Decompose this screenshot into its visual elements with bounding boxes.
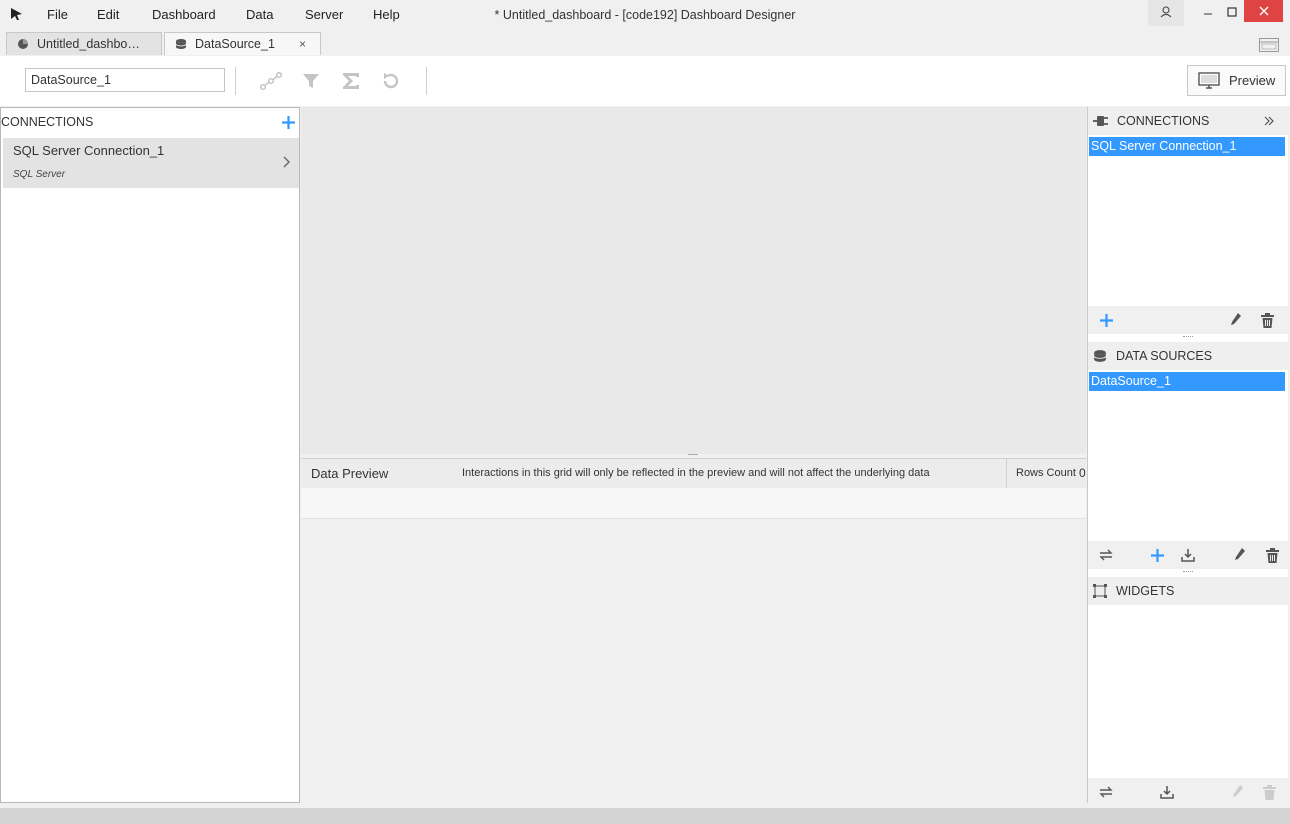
add-icon[interactable] [1099, 313, 1113, 327]
tab-datasource[interactable]: DataSource_1 × [164, 32, 321, 55]
edit-pencil-icon[interactable] [1231, 784, 1245, 798]
toolbar-divider [235, 67, 236, 95]
pie-chart-icon [17, 38, 29, 50]
preview-button[interactable]: Preview [1187, 65, 1286, 96]
toolbar-divider [426, 67, 427, 95]
status-bar [0, 808, 1290, 824]
document-tabs: Untitled_dashbo… DataSource_1 × [0, 30, 1290, 56]
relations-icon[interactable] [258, 68, 284, 94]
toolbar: Preview [0, 56, 1290, 106]
header-divider [1006, 459, 1007, 489]
data-sources-section-header: DATA SOURCES [1088, 342, 1288, 370]
datasource-selected-item[interactable]: DataSource_1 [1089, 372, 1285, 391]
panel-layout-icon[interactable] [1259, 38, 1279, 55]
add-connection-icon[interactable] [280, 114, 296, 130]
tab-close-icon[interactable]: × [299, 37, 306, 51]
swap-icon[interactable] [1098, 548, 1114, 562]
tab-label: Untitled_dashbo… [37, 37, 140, 51]
sigma-calculation-icon[interactable] [338, 68, 364, 94]
connections-panel-header: CONNECTIONS [1, 108, 299, 136]
section-splitter[interactable] [1183, 336, 1193, 339]
delete-trash-icon[interactable] [1262, 784, 1276, 800]
user-icon [1160, 5, 1172, 21]
import-download-icon[interactable] [1159, 784, 1175, 800]
preview-label: Preview [1229, 73, 1276, 88]
data-preview-notice: Interactions in this grid will only be r… [462, 467, 930, 479]
window-title: * Untitled_dashboard - [code192] Dashboa… [494, 8, 796, 22]
collapse-panel-icon[interactable] [1264, 116, 1274, 126]
edit-pencil-icon[interactable] [1233, 547, 1247, 561]
minimize-icon [1203, 5, 1213, 20]
add-icon[interactable] [1150, 548, 1164, 562]
swap-icon[interactable] [1098, 785, 1114, 799]
connections-toolbar [1088, 306, 1288, 334]
connection-name: SQL Server Connection_1 [13, 143, 165, 158]
delete-trash-icon[interactable] [1265, 547, 1279, 563]
widget-frame-icon [1093, 584, 1107, 598]
close-icon [1259, 4, 1269, 19]
connection-type: SQL Server [13, 169, 66, 180]
data-preview-header: Data Preview Interactions in this grid w… [301, 458, 1086, 490]
data-preview-grid[interactable] [301, 488, 1086, 803]
chevron-right-icon[interactable] [281, 155, 293, 169]
maximize-icon [1227, 5, 1237, 20]
tab-untitled-dashboard[interactable]: Untitled_dashbo… [6, 32, 162, 55]
delete-trash-icon[interactable] [1260, 312, 1274, 328]
edit-pencil-icon[interactable] [1229, 312, 1243, 326]
data-sources-section-title: DATA SOURCES [1116, 349, 1213, 363]
database-icon [1093, 349, 1107, 363]
rows-count-label: Rows Count [1016, 467, 1076, 479]
widgets-toolbar [1088, 778, 1288, 806]
close-window-button[interactable] [1244, 0, 1283, 22]
dashboard-explorer-panel: CONNECTIONS SQL Server Connection_1 DATA… [1087, 107, 1288, 806]
section-splitter[interactable] [1183, 571, 1193, 574]
import-download-icon[interactable] [1180, 547, 1196, 563]
grid-header-row [301, 488, 1086, 519]
connections-section-title: CONNECTIONS [1117, 114, 1210, 128]
connections-section-header: CONNECTIONS [1088, 107, 1288, 135]
monitor-icon [1198, 72, 1220, 89]
user-account-button[interactable] [1148, 0, 1184, 26]
filter-icon[interactable] [298, 68, 324, 94]
refresh-icon[interactable] [378, 68, 404, 94]
widgets-section-header: WIDGETS [1088, 577, 1288, 605]
connection-selected-item[interactable]: SQL Server Connection_1 [1089, 137, 1285, 156]
database-icon [175, 38, 187, 50]
connections-panel: CONNECTIONS SQL Server Connection_1 SQL … [0, 107, 300, 803]
connections-panel-title: CONNECTIONS [1, 115, 94, 129]
minimize-button[interactable] [1198, 0, 1218, 24]
connection-list-item[interactable]: SQL Server Connection_1 SQL Server [3, 138, 299, 188]
data-sources-toolbar [1088, 541, 1288, 569]
rows-count-value: 0 [1079, 466, 1086, 480]
title-bar: File Edit Dashboard Data Server Help * U… [0, 0, 1290, 30]
query-designer-canvas[interactable] [301, 107, 1086, 454]
data-preview-title: Data Preview [311, 466, 389, 481]
tab-label: DataSource_1 [195, 37, 275, 51]
widgets-section-title: WIDGETS [1116, 584, 1175, 598]
datasource-name-input[interactable] [25, 68, 225, 92]
plug-icon [1093, 114, 1109, 128]
maximize-button[interactable] [1222, 0, 1242, 24]
